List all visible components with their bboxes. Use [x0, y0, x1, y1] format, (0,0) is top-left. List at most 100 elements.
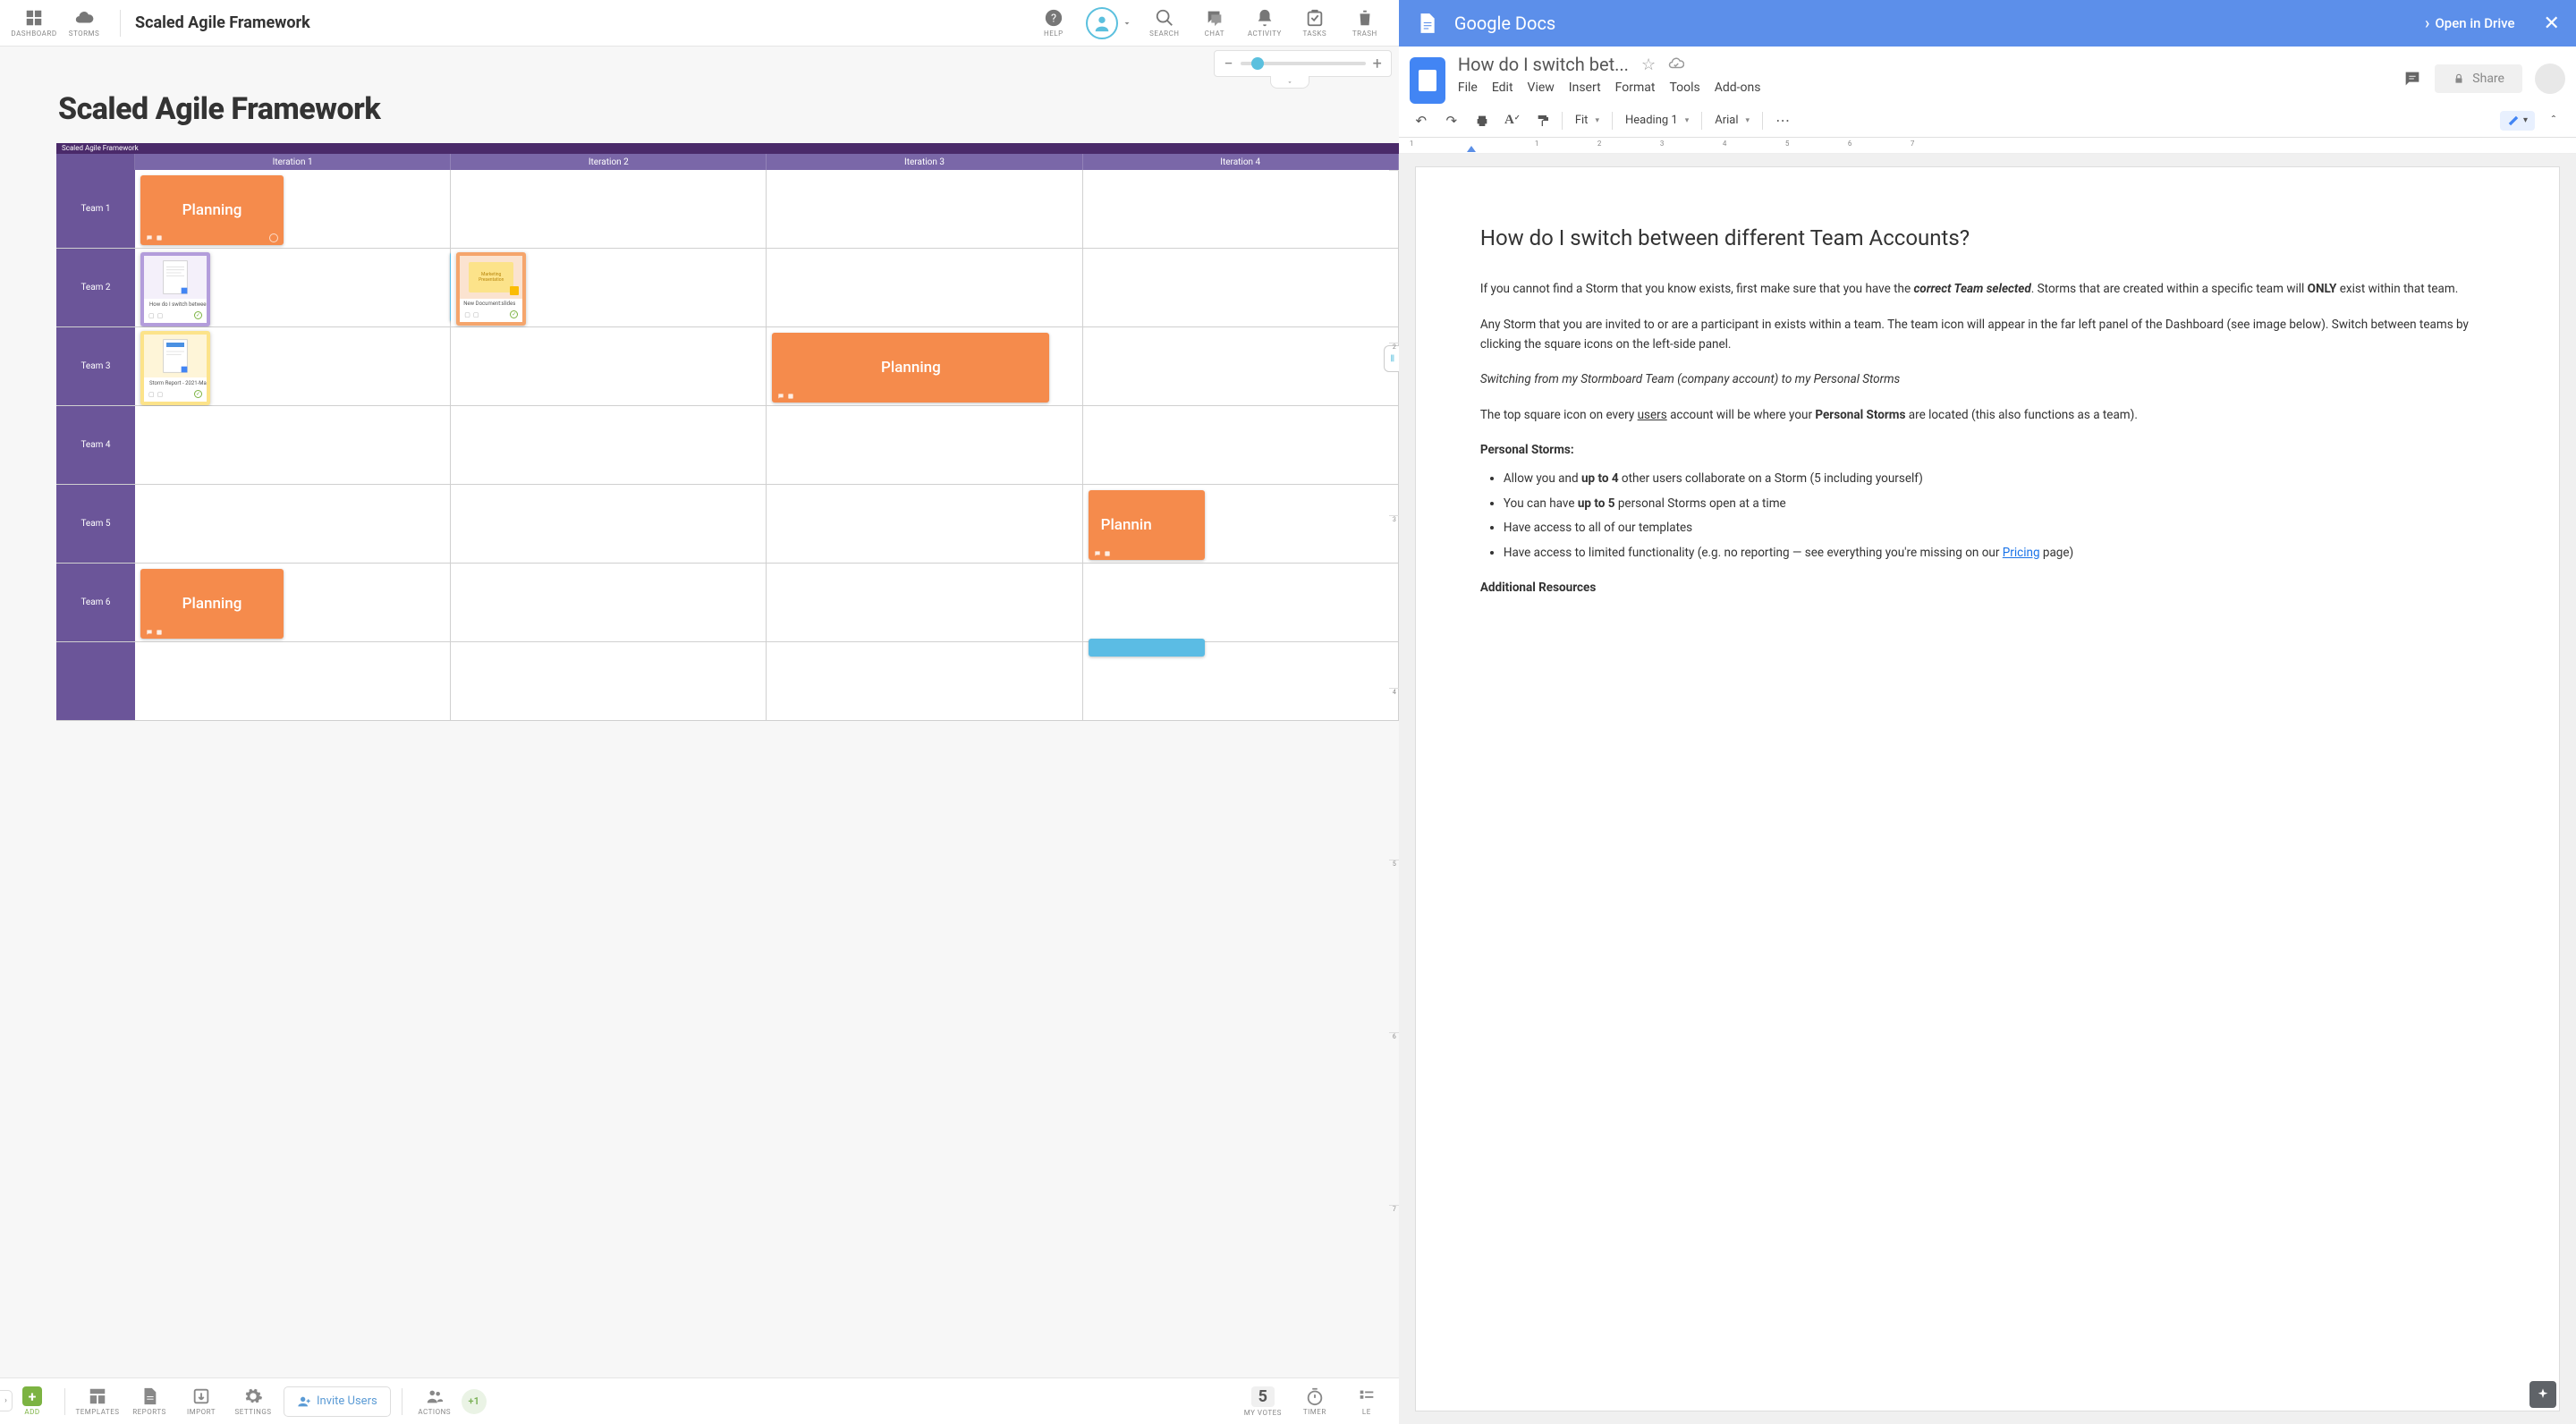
explore-button[interactable]: [2529, 1381, 2556, 1408]
storms-button[interactable]: STORMS: [59, 4, 109, 43]
list-item: Have access to all of our templates: [1504, 519, 2495, 538]
import-button[interactable]: IMPORT: [176, 1382, 226, 1421]
editing-mode-button[interactable]: ▾: [2500, 111, 2535, 131]
style-select[interactable]: Heading 1: [1620, 111, 1694, 130]
star-button[interactable]: ☆: [1641, 55, 1656, 74]
table-row: Team 1 Planning: [56, 170, 1399, 249]
list-item: You can have up to 5 personal Storms ope…: [1504, 495, 2495, 514]
help-button[interactable]: ? HELP: [1029, 4, 1079, 43]
sticky-planning[interactable]: Planning: [140, 175, 284, 245]
timer-icon: [1305, 1386, 1325, 1406]
zoom-out-button[interactable]: −: [1224, 55, 1233, 73]
trash-button[interactable]: TRASH: [1340, 4, 1390, 43]
trash-icon: [1355, 8, 1375, 28]
col-header-3: Iteration 3: [767, 154, 1082, 170]
zoom-slider[interactable]: [1241, 62, 1366, 65]
menu-view[interactable]: View: [1528, 81, 1555, 95]
cloud-saved-icon[interactable]: [1668, 56, 1684, 73]
doc-paragraph[interactable]: If you cannot find a Storm that you know…: [1480, 280, 2495, 300]
comments-button[interactable]: [2402, 69, 2422, 89]
sticky-planning[interactable]: Planning: [772, 333, 1049, 403]
cloud-icon: [74, 8, 94, 28]
font-select[interactable]: Arial: [1709, 111, 1755, 130]
tasks-icon: [1305, 8, 1325, 28]
menu-tools[interactable]: Tools: [1669, 81, 1699, 95]
doc-card-slides[interactable]: MarketingPresentation New Document:slide…: [456, 252, 526, 326]
print-button[interactable]: [1470, 109, 1494, 132]
grid-icon: [24, 8, 44, 28]
activity-button[interactable]: ACTIVITY: [1240, 4, 1290, 43]
dashboard-button[interactable]: DASHBOARD: [9, 4, 59, 43]
avatar: [1086, 7, 1118, 39]
doc-card[interactable]: How do I switch between ... ▢▢✓: [140, 252, 210, 326]
storm-title: Scaled Agile Framework: [135, 13, 310, 32]
zoom-control[interactable]: − +: [1214, 50, 1392, 77]
menu-insert[interactable]: Insert: [1569, 81, 1601, 95]
google-docs-pane: Google Docs › Open in Drive ✕ How do I s…: [1399, 0, 2576, 1424]
menu-edit[interactable]: Edit: [1492, 81, 1513, 95]
my-votes-button[interactable]: 5 MY VOTES: [1238, 1382, 1288, 1421]
doc-subheading[interactable]: Personal Storms:: [1480, 441, 2495, 461]
invite-users-button[interactable]: Invite Users: [284, 1386, 391, 1417]
menu-file[interactable]: File: [1458, 81, 1478, 95]
templates-button[interactable]: TEMPLATES: [72, 1382, 123, 1421]
stormboard-app: › DASHBOARD STORMS Scaled Agile Framewor…: [0, 0, 1399, 1424]
docs-logo[interactable]: [1410, 57, 1445, 104]
gdocs-banner: Google Docs › Open in Drive ✕: [1399, 0, 2576, 47]
user-avatar-menu[interactable]: [1086, 7, 1132, 39]
row-header-6: Team 6: [56, 564, 135, 641]
sticky-partial[interactable]: [1089, 639, 1205, 657]
menu-addons[interactable]: Add-ons: [1715, 81, 1761, 95]
doc-title[interactable]: How do I switch bet...: [1458, 54, 1629, 75]
explore-icon: [2536, 1387, 2550, 1402]
paint-roller-icon: [1536, 114, 1550, 128]
doc-heading[interactable]: How do I switch between different Team A…: [1480, 221, 2495, 255]
spellcheck-button[interactable]: A✓: [1501, 109, 1524, 132]
user-avatar[interactable]: [2535, 64, 2565, 94]
close-button[interactable]: ✕: [2544, 13, 2560, 35]
indent-marker[interactable]: [1467, 146, 1476, 152]
horizontal-ruler[interactable]: 1 1 2 3 4 5 6 7: [1399, 138, 2576, 154]
open-in-drive-button[interactable]: › Open in Drive: [2425, 14, 2515, 33]
actions-button[interactable]: ACTIONS: [410, 1382, 460, 1421]
sticky-planning[interactable]: Planning: [140, 569, 284, 639]
row-header-3: Team 3: [56, 327, 135, 405]
gdocs-menu: File Edit View Insert Format Tools Add-o…: [1458, 81, 2390, 95]
doc-paragraph[interactable]: Switching from my Stormboard Team (compa…: [1480, 370, 2495, 390]
col-header-4: Iteration 4: [1083, 154, 1399, 170]
menu-format[interactable]: Format: [1615, 81, 1656, 95]
agile-board[interactable]: Scaled Agile Framework Iteration 1 Itera…: [56, 143, 1399, 1377]
zoom-in-button[interactable]: +: [1373, 55, 1382, 73]
doc-paragraph[interactable]: Any Storm that you are invited to or are…: [1480, 316, 2495, 354]
timer-button[interactable]: TIMER: [1290, 1382, 1340, 1421]
table-row: Team 2 How do I switch between ... ▢▢✓ P…: [56, 249, 1399, 327]
settings-button[interactable]: SETTINGS: [228, 1382, 278, 1421]
collapse-toolbar-button[interactable]: ˆ: [2542, 109, 2565, 132]
reports-button[interactable]: REPORTS: [124, 1382, 174, 1421]
paint-format-button[interactable]: [1531, 109, 1555, 132]
zoom-select[interactable]: Fit: [1570, 111, 1605, 130]
doc-subheading[interactable]: Additional Resources: [1480, 579, 2495, 598]
add-button[interactable]: + ADD: [7, 1382, 57, 1421]
undo-button[interactable]: ↶: [1410, 109, 1433, 132]
document-page[interactable]: How do I switch between different Team A…: [1415, 166, 2560, 1411]
pencil-icon: [2507, 114, 2520, 127]
vertical-ruler: 234567: [1389, 170, 1399, 1377]
more-tools-button[interactable]: ⋯: [1770, 112, 1795, 129]
legend-button[interactable]: LE: [1342, 1382, 1392, 1421]
tasks-button[interactable]: TASKS: [1290, 4, 1340, 43]
doc-list[interactable]: Allow you and up to 4 other users collab…: [1504, 470, 2495, 563]
sticky-planning[interactable]: Plannin: [1089, 490, 1205, 560]
collapse-zoom-tab[interactable]: [1270, 76, 1309, 89]
gdocs-format-toolbar: ↶ ↷ A✓ Fit Heading 1 Arial ⋯ ▾ ˆ: [1399, 104, 2576, 138]
redo-button[interactable]: ↷: [1440, 109, 1463, 132]
doc-card-report[interactable]: Storm Report - 2021-Mar... ▢▢✓: [140, 331, 210, 405]
expand-toggle[interactable]: ›: [0, 1390, 13, 1411]
chat-button[interactable]: CHAT: [1190, 4, 1240, 43]
search-button[interactable]: SEARCH: [1140, 4, 1190, 43]
gdocs-document-area[interactable]: How do I switch between different Team A…: [1399, 154, 2576, 1424]
plus-one-badge[interactable]: +1: [462, 1389, 487, 1414]
doc-paragraph[interactable]: The top square icon on every users accou…: [1480, 406, 2495, 426]
pricing-link[interactable]: Pricing: [2003, 546, 2040, 560]
share-button[interactable]: Share: [2435, 64, 2522, 93]
